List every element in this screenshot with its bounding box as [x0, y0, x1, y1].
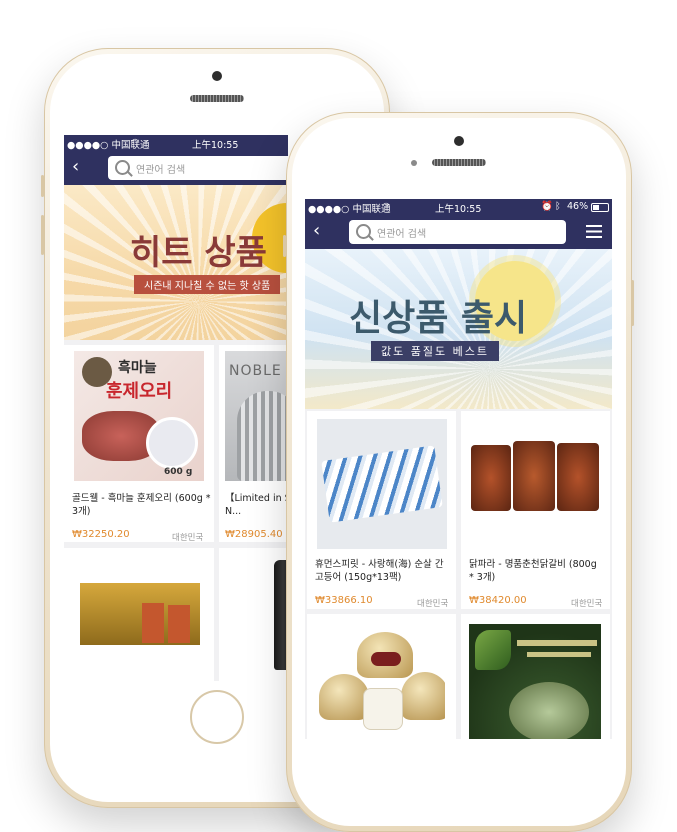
seaweed-pack-image [142, 603, 164, 643]
product-origin: 대한민국 [172, 533, 204, 543]
leaf-image [475, 630, 511, 670]
product-name: 골드웰 - 흑마늘 훈제오리 (600g * 3개) [72, 493, 211, 517]
search-icon [115, 160, 130, 175]
banner-subtitle: 값도 품질도 베스트 [371, 341, 499, 361]
alarm-icon: ⏰ [541, 201, 553, 212]
battery-icon [591, 203, 609, 212]
carrier-label: ●●●●○ 中国联通 [308, 204, 391, 215]
clock-label: 上午10:55 [435, 204, 482, 215]
earpiece-speaker [432, 159, 486, 166]
promo-text-line [517, 640, 597, 646]
wifi-icon: ◠ [382, 201, 391, 212]
wifi-icon: ◠ [131, 137, 140, 148]
package-label-1: 흑마늘 [118, 360, 157, 376]
nav-bar: ‹ 연관어 검색 [64, 151, 288, 185]
front-phone-screen: ●●●●○ 中国联通 ◠ 上午10:55 ⏰ ᛒ 46% ‹ 연관어 검색 신상… [305, 199, 612, 739]
banner-title: 히트 상품 [130, 233, 267, 273]
clock-label: 上午10:55 [192, 140, 239, 151]
back-arrow-icon[interactable]: ‹ [72, 157, 79, 177]
soup-bowl-image [509, 682, 589, 739]
product-image: NOBLE S [225, 351, 288, 481]
product-card[interactable] [64, 548, 214, 681]
product-card[interactable]: 흑마늘 훈제오리 600 g 골드웰 - 흑마늘 훈제오리 (600g * 3개… [64, 345, 214, 543]
promo-text-line [527, 652, 591, 657]
search-input[interactable]: 연관어 검색 [349, 220, 566, 244]
new-products-banner[interactable]: 신상품 출시 값도 품질도 베스트 [305, 249, 612, 409]
product-origin: 대한민국 [571, 599, 603, 609]
product-name: 닭파라 - 명품춘천닭갈비 (800g * 3개) [469, 559, 597, 583]
dakgalbi-pack-image [513, 441, 555, 511]
cream-jar-image [319, 674, 369, 720]
battery-label: 46% [567, 201, 589, 212]
status-bar: ●●●●○ 中国联通 ◠ 上午10:55 ⏰ ᛒ 46% [305, 199, 612, 215]
product-card[interactable]: 닭파라 - 명품춘천닭갈비 (800g * 3개) ₩38420.00 대한민국 [461, 411, 610, 609]
product-image [319, 628, 445, 739]
product-card[interactable]: 휴먼스피릿 - 사랑해(海) 순살 간고등어 (150g*13팩) ₩33866… [307, 411, 456, 609]
dakgalbi-pack-image [471, 445, 511, 511]
product-image [469, 624, 601, 739]
package-weight: 600 g [164, 467, 193, 477]
nav-bar: ‹ 연관어 검색 [305, 215, 612, 249]
earpiece-speaker [190, 95, 244, 102]
banner-title: 신상품 출시 [349, 298, 528, 339]
product-card[interactable] [461, 614, 610, 739]
product-card[interactable] [307, 614, 456, 739]
cream-jar-image [401, 672, 445, 720]
volume-up-button [41, 215, 44, 255]
front-camera-icon [454, 136, 464, 146]
product-price: ₩28905.40 [225, 529, 283, 540]
package-label-2: 훈제오리 [106, 381, 173, 402]
power-button [631, 280, 634, 326]
product-price: ₩38420.00 [469, 595, 527, 606]
product-card[interactable] [219, 548, 288, 681]
proximity-sensor [411, 160, 417, 166]
package-label-1: NOBLE S [229, 363, 288, 379]
hit-products-banner[interactable]: 히트 상품 시즌내 지나칠 수 없는 핫 상품 [64, 185, 288, 340]
search-placeholder: 연관어 검색 [136, 165, 186, 176]
product-price: ₩33866.10 [315, 595, 373, 606]
product-card[interactable]: NOBLE S 【Limited in S... sales only】N...… [219, 345, 288, 542]
status-bar: ●●●●○ 中国联通 ◠ 上午10:55 [64, 135, 288, 151]
product-image [469, 419, 603, 549]
back-phone-screen: ●●●●○ 中国联通 ◠ 上午10:55 ‹ 연관어 검색 히트 상품 시즌내 … [64, 135, 288, 681]
product-price: ₩32250.20 [72, 529, 130, 540]
home-button[interactable] [190, 690, 244, 744]
front-camera-icon [212, 71, 222, 81]
search-input[interactable]: 연관어 검색 [108, 156, 288, 180]
comb-image [237, 391, 288, 481]
product-image: 흑마늘 훈제오리 600 g [74, 351, 204, 481]
hamburger-menu-icon[interactable] [586, 225, 602, 238]
dakgalbi-pack-image [557, 443, 599, 511]
search-icon [356, 224, 371, 239]
seaweed-pack-image [168, 605, 190, 643]
cream-box-image [363, 688, 403, 730]
back-arrow-icon[interactable]: ‹ [313, 221, 320, 241]
product-image [317, 419, 447, 549]
product-origin: 대한민국 [417, 599, 449, 609]
search-placeholder: 연관어 검색 [377, 229, 427, 240]
cream-jar-label [371, 652, 401, 666]
product-name: 휴먼스피릿 - 사랑해(海) 순살 간고등어 (150g*13팩) [315, 559, 444, 583]
mackerel-packs-image [321, 445, 443, 523]
bluetooth-icon: ᛒ [555, 201, 561, 212]
mute-switch [41, 175, 44, 197]
mute-switch [283, 235, 286, 257]
plate-image [146, 417, 198, 469]
product-image [80, 583, 200, 645]
banner-subtitle: 시즌내 지나칠 수 없는 핫 상품 [134, 275, 281, 294]
product-name: 【Limited in S... sales only】N... [225, 493, 288, 517]
